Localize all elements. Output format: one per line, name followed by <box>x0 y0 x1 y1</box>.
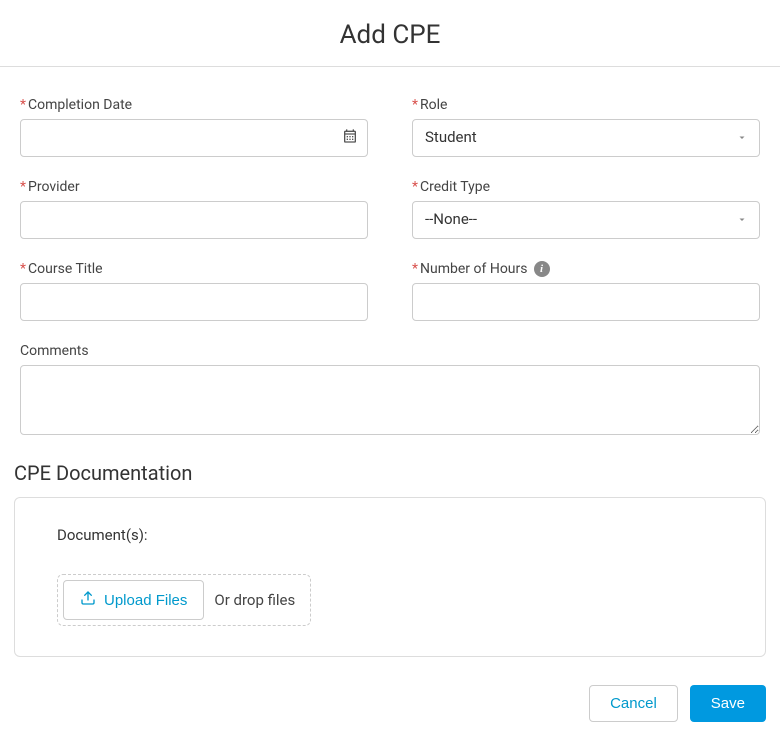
comments-label: Comments <box>20 343 760 359</box>
provider-input[interactable] <box>20 201 368 239</box>
number-of-hours-input[interactable] <box>412 283 760 321</box>
drop-files-text: Or drop files <box>214 591 305 609</box>
role-label: Role <box>412 97 760 113</box>
documentation-panel: Document(s): Upload Files Or drop files <box>14 497 766 657</box>
provider-label: Provider <box>20 179 368 195</box>
course-title-input[interactable] <box>20 283 368 321</box>
info-icon[interactable]: i <box>534 261 550 277</box>
completion-date-group: Completion Date <box>20 97 368 157</box>
number-of-hours-label: Number of Hours <box>412 261 528 277</box>
cpe-documentation-heading: CPE Documentation <box>14 461 780 485</box>
number-of-hours-group: Number of Hours i <box>412 261 760 321</box>
completion-date-input[interactable] <box>20 119 368 157</box>
cancel-button[interactable]: Cancel <box>589 685 678 722</box>
course-title-group: Course Title <box>20 261 368 321</box>
provider-group: Provider <box>20 179 368 239</box>
documents-label: Document(s): <box>57 526 723 544</box>
comments-input[interactable] <box>20 365 760 435</box>
credit-type-group: Credit Type --None-- <box>412 179 760 239</box>
comments-group: Comments <box>20 343 760 439</box>
upload-dropzone[interactable]: Upload Files Or drop files <box>57 574 311 626</box>
form-container: Completion Date Role Student Provider <box>0 67 780 439</box>
save-button[interactable]: Save <box>690 685 766 722</box>
completion-date-label: Completion Date <box>20 97 368 113</box>
credit-type-label: Credit Type <box>412 179 760 195</box>
credit-type-select[interactable]: --None-- <box>412 201 760 239</box>
upload-icon <box>80 590 96 610</box>
role-group: Role Student <box>412 97 760 157</box>
upload-files-label: Upload Files <box>104 592 187 609</box>
course-title-label: Course Title <box>20 261 368 277</box>
page-title: Add CPE <box>0 0 780 67</box>
upload-files-button[interactable]: Upload Files <box>63 580 204 620</box>
footer-actions: Cancel Save <box>0 657 780 740</box>
role-select[interactable]: Student <box>412 119 760 157</box>
